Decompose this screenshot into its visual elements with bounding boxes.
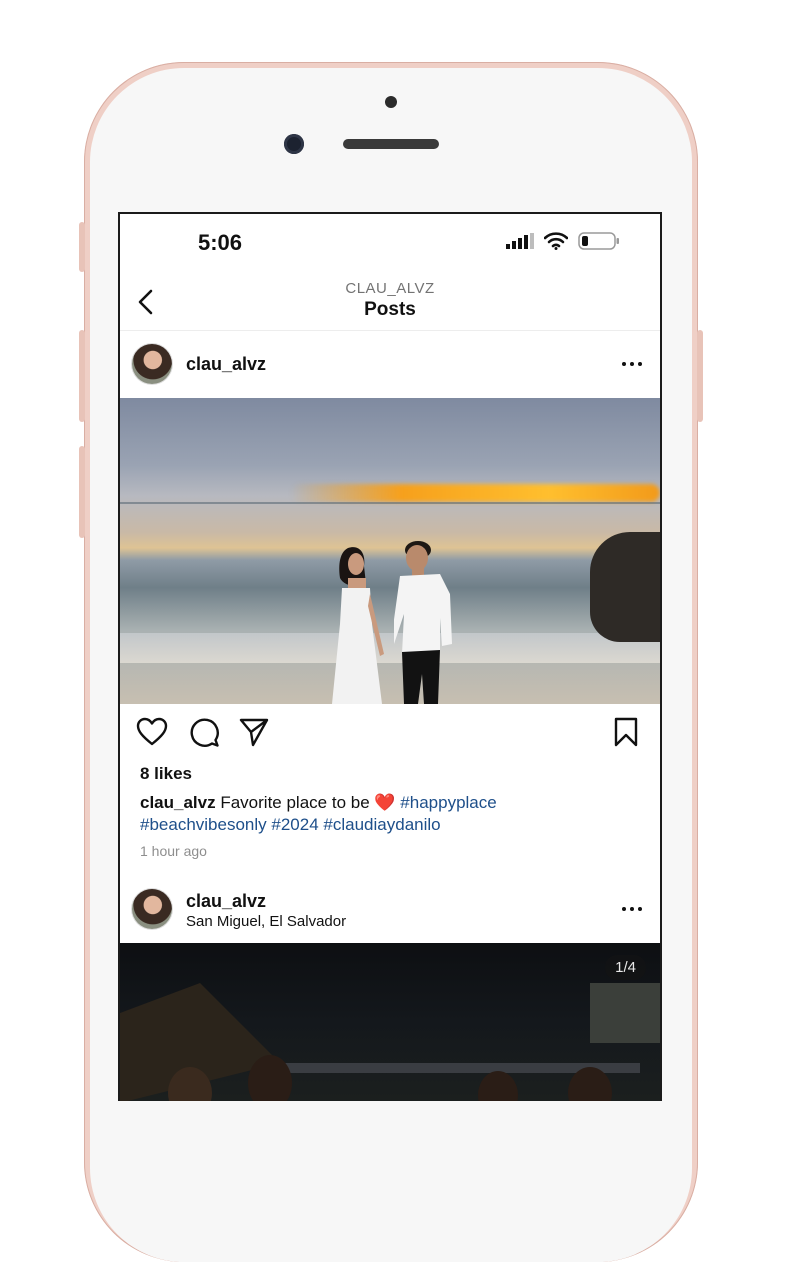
- more-options-icon[interactable]: [622, 905, 646, 913]
- avatar[interactable]: [132, 344, 172, 384]
- page-title: Posts: [364, 299, 416, 320]
- volume-up-button: [79, 330, 85, 422]
- account-name: CLAU_ALVZ: [345, 280, 435, 297]
- comment-icon[interactable]: [188, 716, 220, 748]
- caption-text: Favorite place to be: [220, 793, 370, 812]
- volume-down-button: [79, 446, 85, 538]
- horizon-line: [120, 502, 660, 504]
- wifi-icon: [544, 232, 568, 250]
- status-time: 5:06: [198, 230, 243, 255]
- paper-plane-icon[interactable]: [238, 716, 270, 748]
- post-username[interactable]: clau_alvz: [186, 891, 266, 912]
- likes-count[interactable]: 8 likes: [140, 764, 192, 784]
- hashtag[interactable]: #happyplace: [400, 793, 496, 812]
- heart-emoji: ❤️: [374, 793, 396, 812]
- mute-switch: [79, 222, 85, 272]
- post-header: clau_alvz: [120, 330, 660, 398]
- man-figure: [394, 541, 452, 704]
- post-header: clau_alvz San Miguel, El Salvador: [120, 875, 660, 943]
- coastal-rock: [590, 532, 660, 642]
- bookmark-icon[interactable]: [610, 716, 642, 748]
- post-location[interactable]: San Miguel, El Salvador: [186, 913, 346, 930]
- heart-icon[interactable]: [136, 716, 168, 748]
- post-caption: clau_alvz Favorite place to be ❤️ #happy…: [140, 792, 640, 836]
- hashtag[interactable]: #2024: [271, 815, 318, 834]
- image-counter: 1/4: [605, 955, 646, 980]
- cellular-signal-icon: [506, 233, 534, 249]
- status-icons: [506, 232, 620, 250]
- battery-icon: [578, 232, 619, 250]
- post-actions: [120, 716, 660, 756]
- post-username[interactable]: clau_alvz: [186, 354, 266, 375]
- group-photo-scene: [120, 983, 660, 1101]
- phone-screen: 5:06 CLAU_ALVZ Posts clau_alvz 8 likes c…: [118, 212, 662, 1101]
- avatar[interactable]: [132, 889, 172, 929]
- post-photo[interactable]: [120, 398, 660, 704]
- beach-surf: [120, 633, 660, 663]
- hashtag[interactable]: #claudiaydanilo: [323, 815, 440, 834]
- proximity-sensor: [385, 96, 397, 108]
- front-camera: [284, 134, 304, 154]
- woman-figure: [332, 547, 384, 704]
- power-button: [697, 330, 703, 422]
- nav-header: CLAU_ALVZ Posts: [120, 270, 660, 331]
- post-photo[interactable]: 1/4: [120, 943, 660, 1101]
- sunset-glow: [290, 484, 660, 502]
- status-bar: 5:06: [120, 214, 660, 270]
- hashtag[interactable]: #beachvibesonly: [140, 815, 267, 834]
- caption-username[interactable]: clau_alvz: [140, 793, 216, 812]
- more-options-icon[interactable]: [622, 360, 646, 368]
- earpiece-speaker: [343, 139, 439, 149]
- post-timestamp: 1 hour ago: [140, 843, 207, 859]
